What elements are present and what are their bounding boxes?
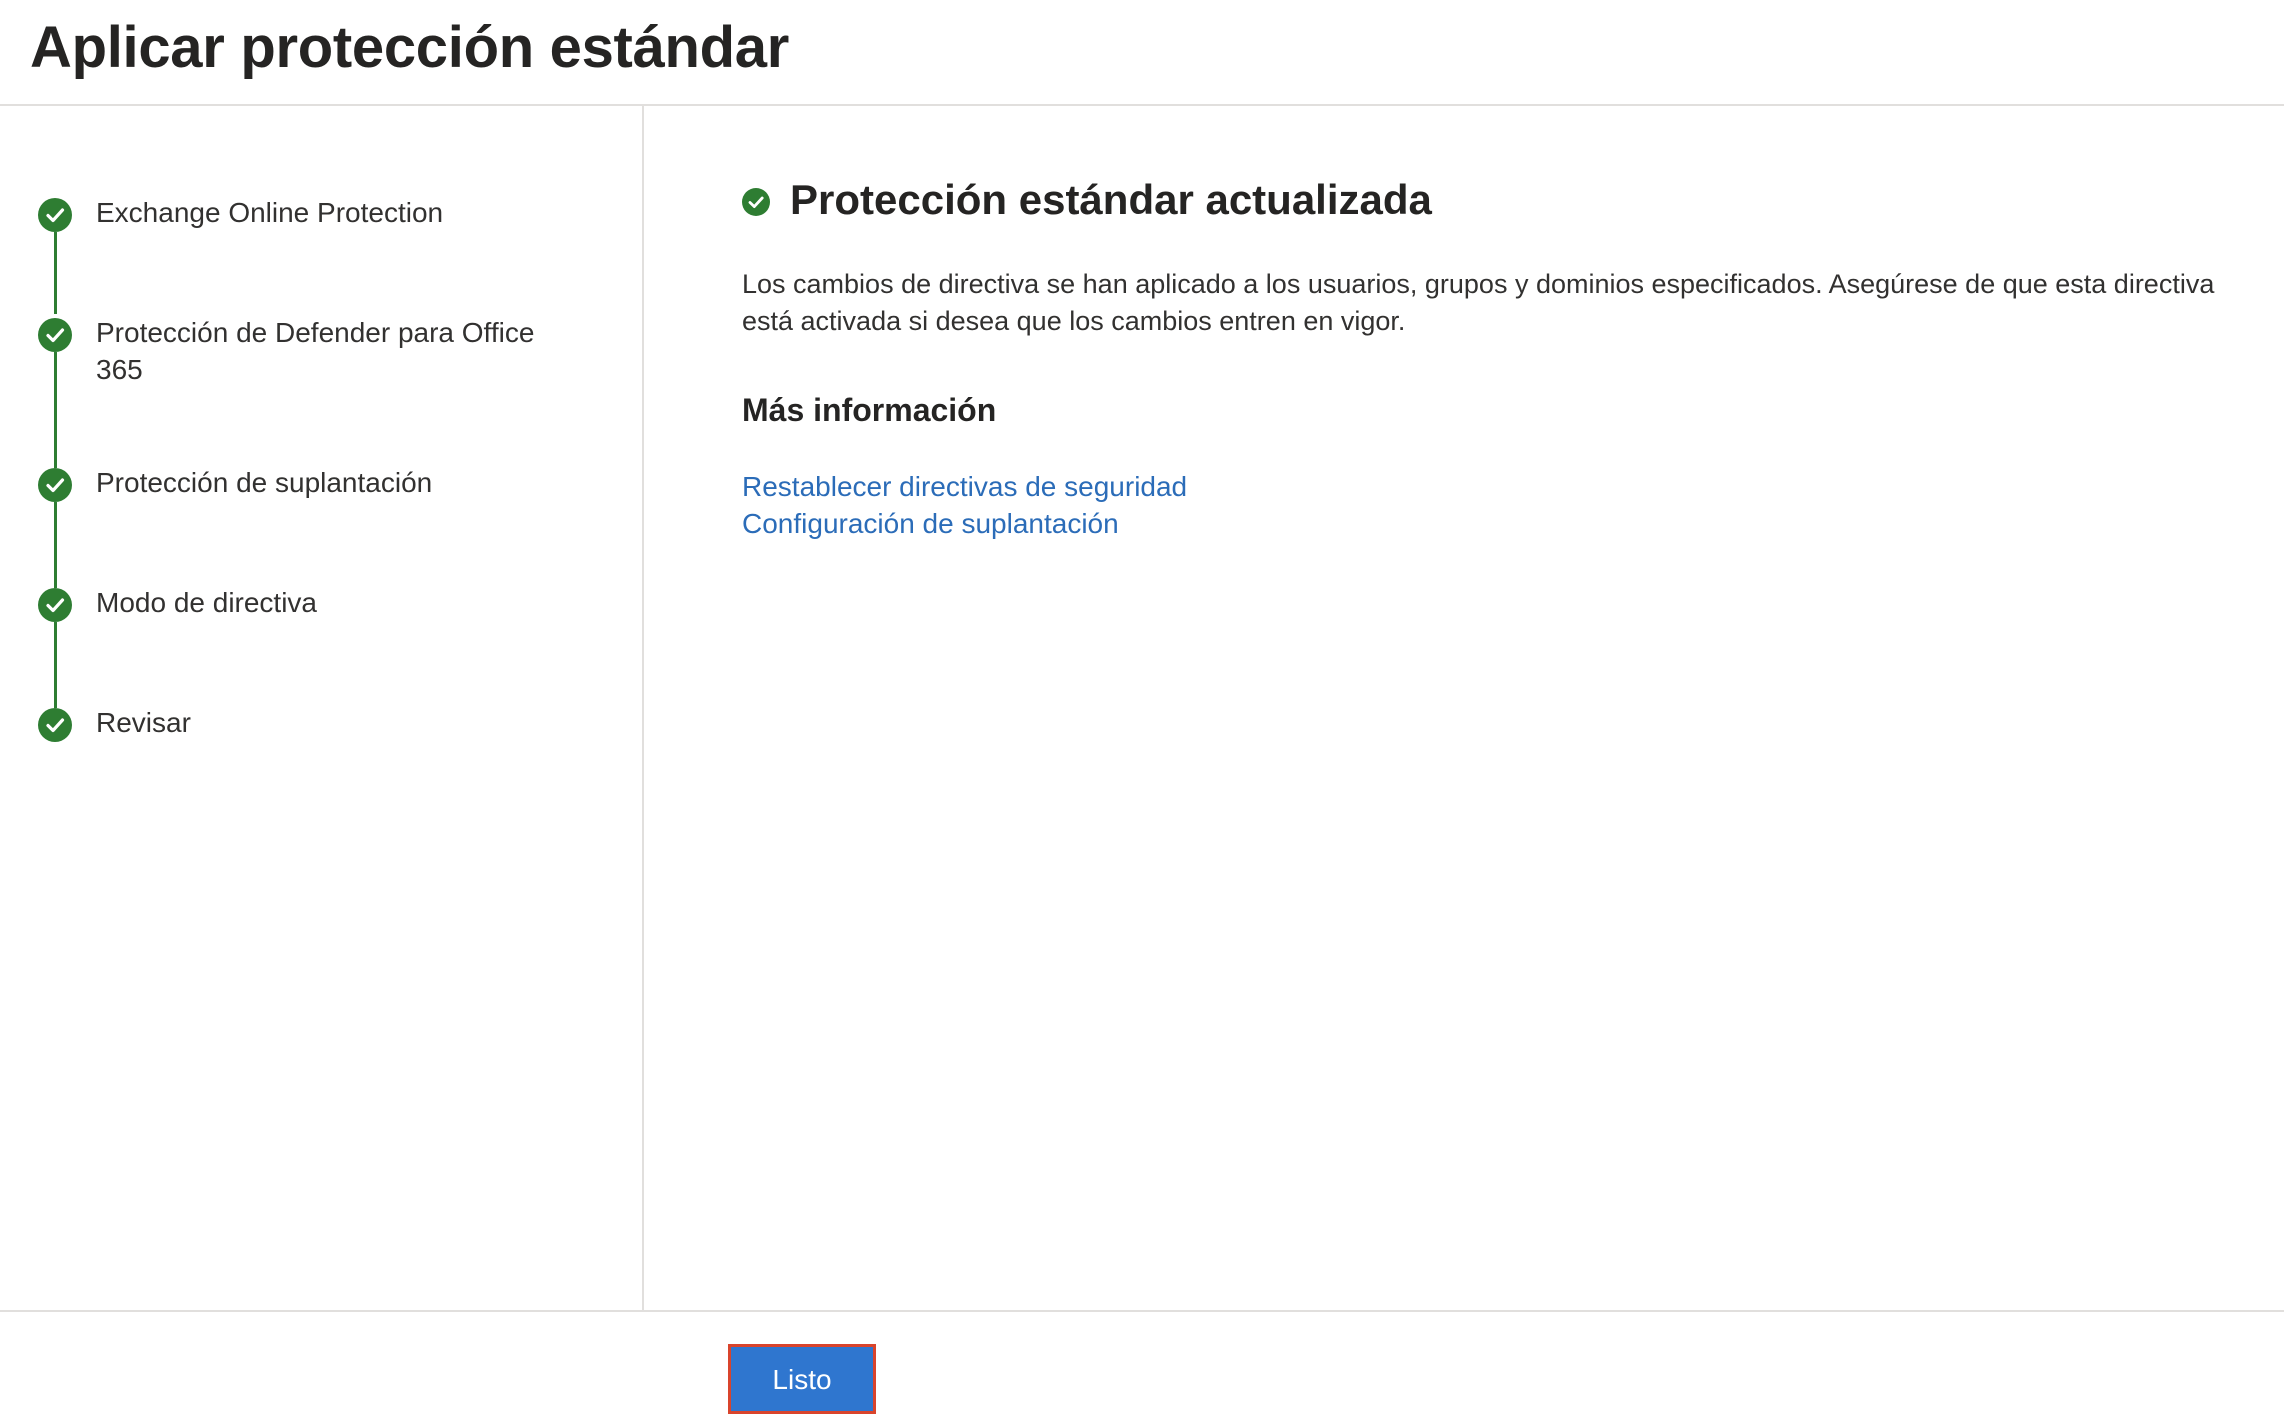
step-label: Protección de suplantación [96, 467, 433, 498]
done-button[interactable]: Listo [728, 1344, 876, 1414]
check-circle-icon [38, 318, 72, 352]
more-info-links: Restablecer directivas de seguridad Conf… [742, 468, 1187, 542]
footer: Listo [0, 1310, 2284, 1426]
step-label: Modo de directiva [96, 587, 318, 618]
done-button-label: Listo [731, 1347, 873, 1411]
header: Aplicar protección estándar [0, 0, 2284, 106]
more-info-heading: Más información [742, 392, 997, 428]
check-circle-icon [742, 188, 770, 216]
check-circle-icon [38, 468, 72, 502]
step-label: Exchange Online Protection [96, 197, 444, 228]
step-label: Protección de Defender para Office 365 [96, 317, 535, 385]
wizard-page: Aplicar protección estándar Exchange Onl… [0, 0, 2284, 1426]
check-circle-icon [38, 708, 72, 742]
main-content: Protección estándar actualizada Los camb… [644, 106, 2284, 1310]
status-title: Protección estándar actualizada [790, 176, 1432, 223]
check-circle-icon [38, 198, 72, 232]
step-connector-line [54, 502, 57, 588]
check-circle-icon [38, 588, 72, 622]
reset-security-policies-link[interactable]: Restablecer directivas de seguridad [742, 468, 1187, 505]
wizard-steps-sidebar: Exchange Online Protection Protección de… [0, 106, 644, 1310]
status-description: Los cambios de directiva se han aplicado… [742, 269, 2215, 336]
page-title: Aplicar protección estándar [30, 15, 790, 80]
step-label: Revisar [96, 707, 191, 738]
step-connector-line [54, 352, 57, 468]
step-connector-line [54, 622, 57, 708]
step-connector-line [54, 232, 57, 314]
impersonation-settings-link[interactable]: Configuración de suplantación [742, 505, 1187, 542]
